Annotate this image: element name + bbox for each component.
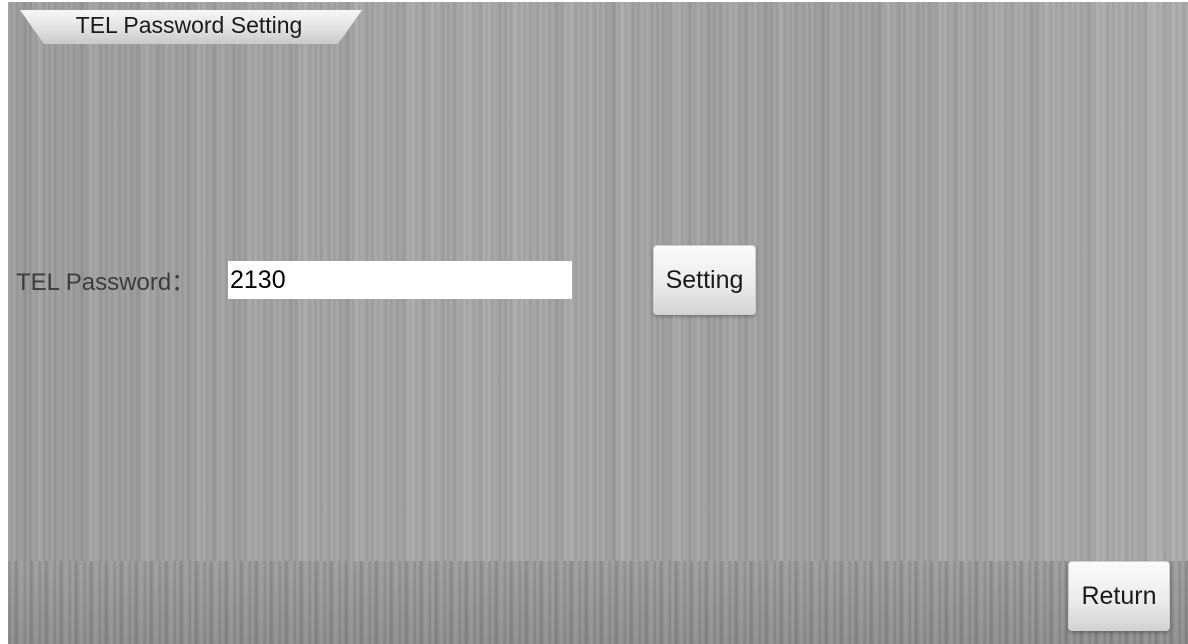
setting-button[interactable]: Setting <box>653 245 756 315</box>
return-button[interactable]: Return <box>1068 561 1170 631</box>
page-title: TEL Password Setting <box>75 12 303 38</box>
tel-password-input[interactable] <box>228 261 572 299</box>
tel-password-label: TEL Password： <box>16 269 196 296</box>
bottom-bar <box>8 561 1188 644</box>
screen: TEL Password Setting TEL Password： Setti… <box>8 2 1188 644</box>
